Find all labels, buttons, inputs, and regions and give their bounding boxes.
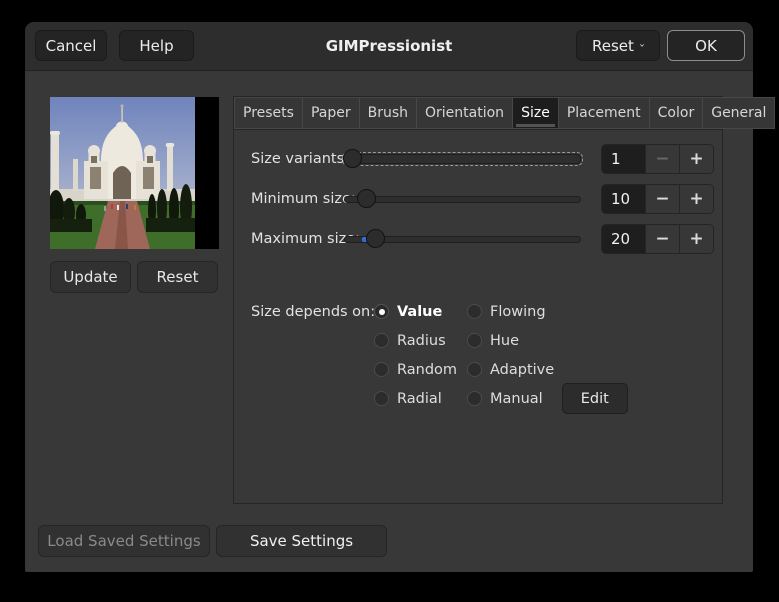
radio-label: Radius — [397, 333, 446, 349]
depends-options-column-2: Flowing Hue Adaptive Manual Edit — [467, 297, 628, 413]
size-tab-panel: Size variants: 1 − + Minimum size: — [234, 129, 722, 503]
tab-bar: Presets Paper Brush Orientation Size Pla… — [234, 97, 722, 130]
screen: Cancel Help GIMPressionist Reset OK — [0, 0, 779, 602]
minus-button[interactable]: − — [645, 145, 679, 173]
minimum-size-value[interactable]: 10 — [602, 185, 645, 213]
radio-button-icon[interactable] — [467, 391, 482, 406]
minimum-size-slider[interactable] — [344, 189, 581, 209]
radio-option-flowing[interactable]: Flowing — [467, 297, 628, 326]
slider-track[interactable] — [344, 196, 581, 203]
settings-notebook: Presets Paper Brush Orientation Size Pla… — [233, 96, 723, 504]
maximum-size-spinbox: 20 − + — [601, 224, 714, 254]
size-variants-spinbox: 1 − + — [601, 144, 714, 174]
radio-option-radius[interactable]: Radius — [374, 326, 457, 355]
update-preview-button[interactable]: Update — [50, 261, 131, 293]
ok-button[interactable]: OK — [667, 30, 745, 61]
header-bar: Cancel Help GIMPressionist Reset OK — [25, 22, 753, 71]
radio-button-icon[interactable] — [467, 304, 482, 319]
radio-label: Random — [397, 362, 457, 378]
slider-knob[interactable] — [357, 189, 376, 208]
chevron-down-icon — [640, 41, 644, 50]
radio-label: Value — [397, 304, 442, 320]
slider-track[interactable] — [344, 154, 581, 164]
reset-dropdown-label: Reset — [592, 37, 634, 55]
tab-size[interactable]: Size — [512, 97, 559, 129]
size-depends-on-label: Size depends on: — [251, 304, 375, 320]
maximum-size-value[interactable]: 20 — [602, 225, 645, 253]
size-variants-slider[interactable] — [344, 149, 581, 169]
plus-button[interactable]: + — [679, 185, 713, 213]
radio-option-radial[interactable]: Radial — [374, 384, 457, 413]
tab-placement[interactable]: Placement — [558, 97, 650, 129]
reset-preview-button[interactable]: Reset — [137, 261, 218, 293]
gimpressionist-dialog: Cancel Help GIMPressionist Reset OK — [25, 22, 753, 572]
depends-options-column-1: Value Radius Random Radial — [374, 297, 457, 413]
radio-button-icon[interactable] — [374, 304, 389, 319]
maximum-size-slider[interactable] — [344, 229, 581, 249]
radio-label: Manual — [490, 391, 543, 407]
radio-option-random[interactable]: Random — [374, 355, 457, 384]
size-variants-value[interactable]: 1 — [602, 145, 645, 173]
minimum-size-label: Minimum size: — [251, 191, 356, 207]
radio-button-icon[interactable] — [467, 333, 482, 348]
minus-button[interactable]: − — [645, 225, 679, 253]
radio-option-hue[interactable]: Hue — [467, 326, 628, 355]
radio-button-icon[interactable] — [374, 391, 389, 406]
save-settings-button[interactable]: Save Settings — [216, 525, 387, 557]
tab-general[interactable]: General — [702, 97, 775, 129]
radio-button-icon[interactable] — [467, 362, 482, 377]
minus-button[interactable]: − — [645, 185, 679, 213]
edit-button[interactable]: Edit — [562, 383, 628, 414]
slider-knob[interactable] — [343, 149, 362, 168]
help-button[interactable]: Help — [119, 30, 194, 61]
tab-paper[interactable]: Paper — [302, 97, 360, 129]
plus-button[interactable]: + — [679, 145, 713, 173]
radio-option-adaptive[interactable]: Adaptive — [467, 355, 628, 384]
radio-label: Radial — [397, 391, 442, 407]
radio-label: Hue — [490, 333, 519, 349]
slider-knob[interactable] — [366, 229, 385, 248]
tab-brush[interactable]: Brush — [359, 97, 417, 129]
radio-button-icon[interactable] — [374, 362, 389, 377]
cancel-button[interactable]: Cancel — [35, 30, 107, 61]
minimum-size-spinbox: 10 − + — [601, 184, 714, 214]
radio-label: Flowing — [490, 304, 546, 320]
reset-dropdown-button[interactable]: Reset — [576, 30, 660, 61]
plus-button[interactable]: + — [679, 225, 713, 253]
size-variants-label: Size variants: — [251, 151, 349, 167]
load-saved-settings-button[interactable]: Load Saved Settings — [38, 525, 210, 557]
preview-image — [50, 97, 219, 249]
tab-color[interactable]: Color — [649, 97, 704, 129]
radio-option-value[interactable]: Value — [374, 297, 457, 326]
taj-mahal-photo — [50, 97, 195, 249]
tab-presets[interactable]: Presets — [234, 97, 303, 129]
radio-label: Adaptive — [490, 362, 554, 378]
radio-option-manual[interactable]: Manual Edit — [467, 384, 628, 413]
tab-orientation[interactable]: Orientation — [416, 97, 513, 129]
radio-button-icon[interactable] — [374, 333, 389, 348]
